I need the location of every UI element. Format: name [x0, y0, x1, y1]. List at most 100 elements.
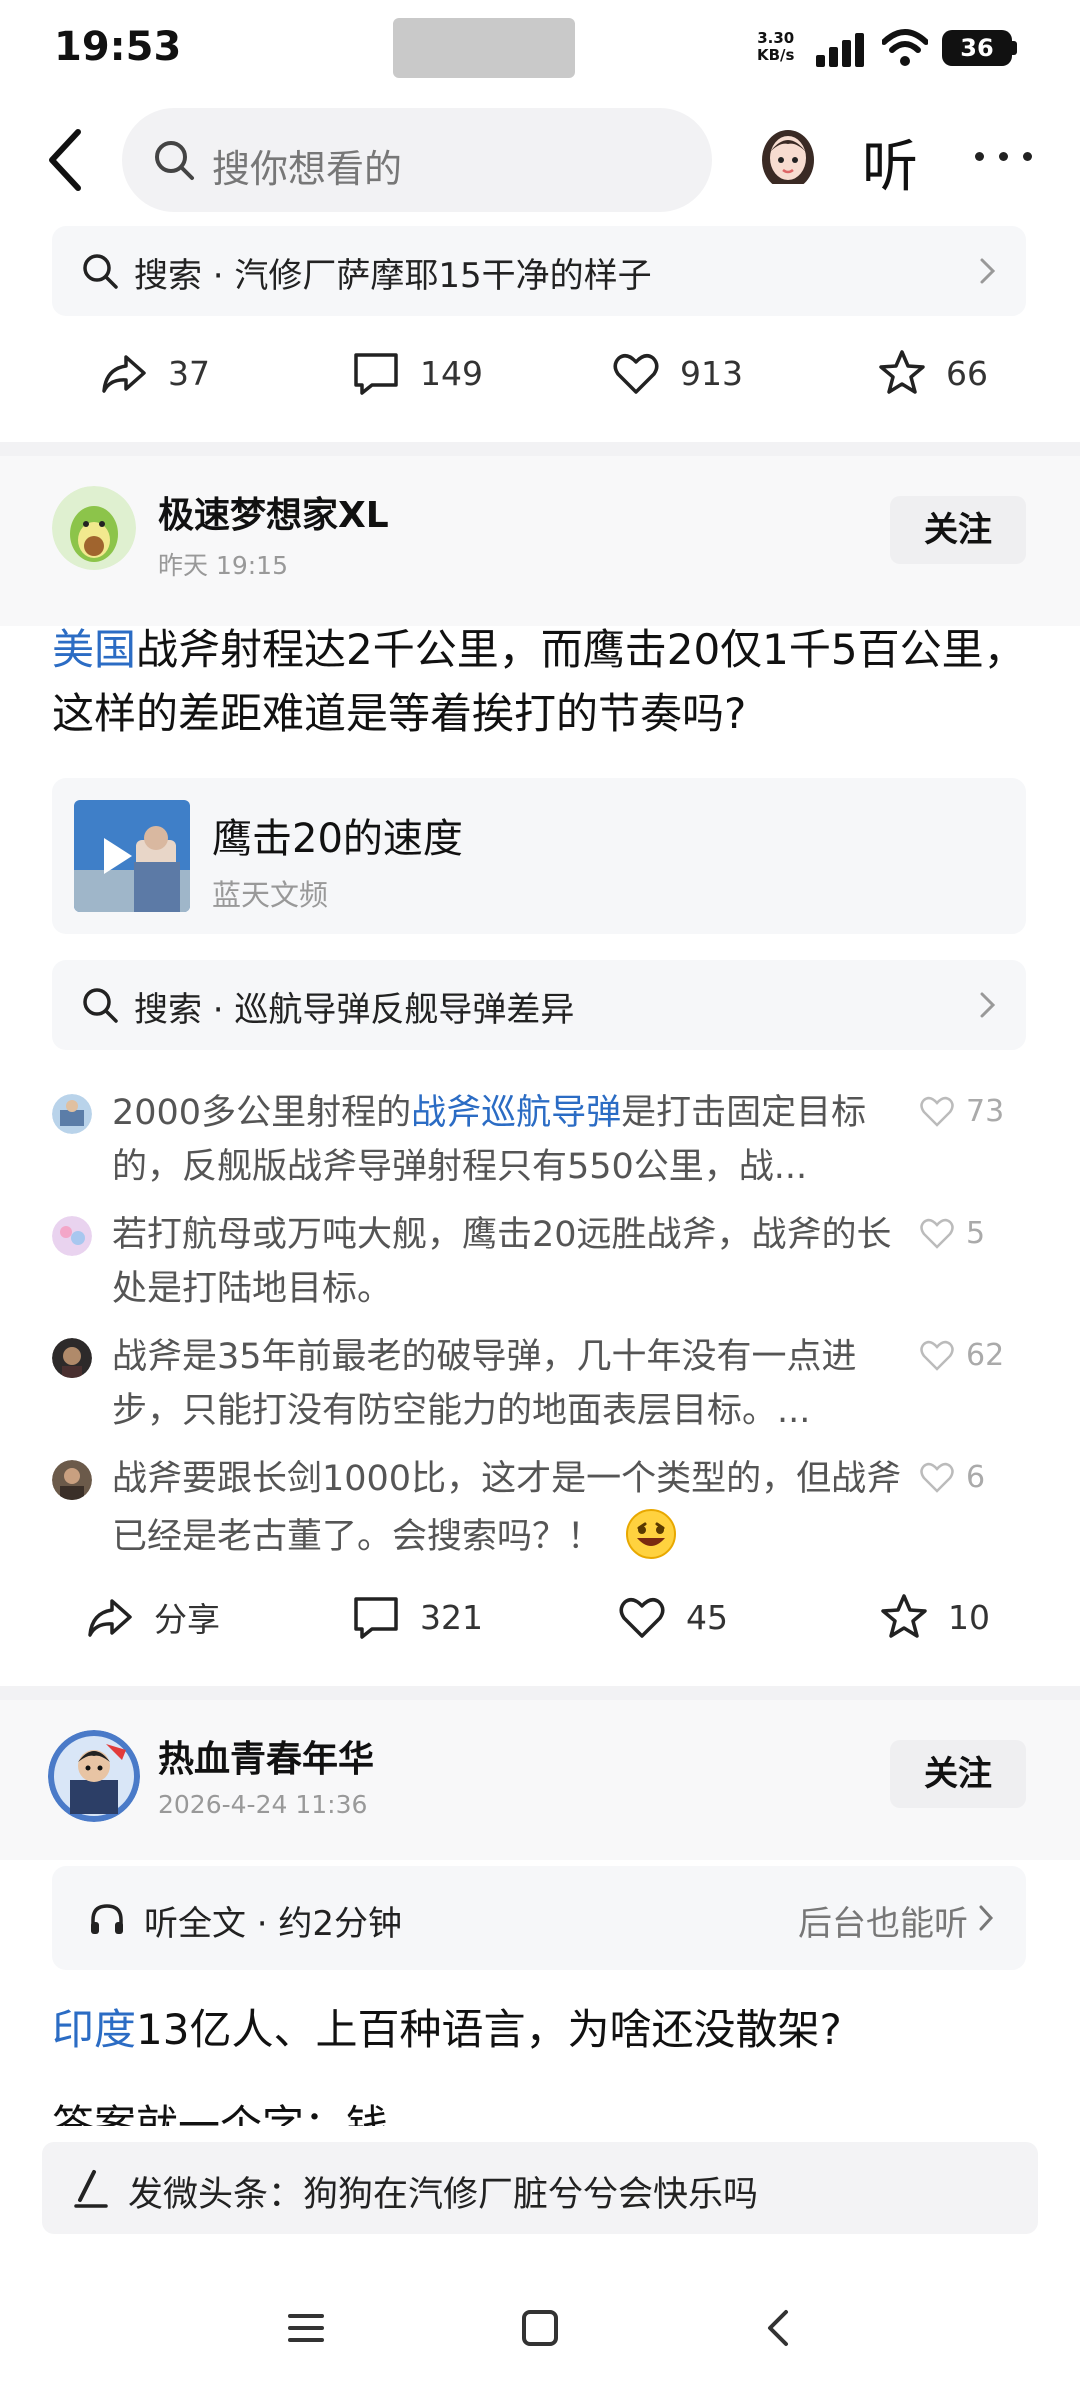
search-suggestion[interactable]: 搜索 · 汽修厂萨摩耶15干净的样子: [52, 226, 1026, 316]
comment-text: 若打航母或万吨大舰，鹰击20远胜战斧，战斧的长处是打陆地目标。: [112, 1215, 892, 1309]
title-highlight-link[interactable]: 印度: [52, 2005, 136, 2054]
share-count: 37: [168, 353, 210, 393]
author-name[interactable]: 热血青春年华: [158, 1730, 374, 1782]
share-label: 分享: [154, 1600, 220, 1639]
comment-like-count: 62: [966, 1337, 1005, 1373]
follow-button[interactable]: 关注: [890, 1740, 1026, 1808]
battery-tip: [1012, 41, 1017, 55]
listen-duration-text: 听全文 · 约2分钟: [144, 1904, 403, 1944]
comment-like-button[interactable]: 62: [918, 1336, 1004, 1374]
divider: [0, 442, 1080, 456]
follow-button[interactable]: 关注: [890, 496, 1026, 564]
comment-icon: [354, 1597, 398, 1639]
commenter-avatar: [52, 1216, 92, 1256]
comment-icon: [354, 353, 398, 395]
favorite-button[interactable]: 10: [878, 1572, 990, 1662]
post-header: 极速梦想家XL 昨天 19:15 关注: [0, 456, 1080, 626]
chevron-right-icon: [980, 258, 996, 284]
commenter-avatar: [52, 1460, 92, 1500]
post-time: 2026-4-24 11:36: [158, 1790, 368, 1819]
chevron-right-icon: [979, 1905, 994, 1931]
share-button[interactable]: 分享: [84, 1572, 220, 1662]
network-speed-value: 3.30: [757, 29, 795, 47]
listen-full-text-bar[interactable]: 听全文 · 约2分钟 后台也能听: [52, 1866, 1026, 1970]
title-text: 13亿人、上百种语言，为啥还没散架?: [136, 2005, 842, 2054]
comment-like-count: 6: [966, 1459, 986, 1495]
comment-like-button[interactable]: 5: [918, 1214, 985, 1252]
post-action-bar: 分享 321 45 10: [0, 1572, 1080, 1662]
top-nav: 搜你想看的 听: [0, 100, 1080, 220]
network-speed-unit: KB/s: [757, 46, 795, 64]
back-nav-icon[interactable]: [758, 2308, 798, 2348]
comment-count: 321: [420, 1597, 483, 1637]
comment-text: 战斧是35年前最老的破导弹，几十年没有一点进步，只能打没有防空能力的地面表层目标…: [112, 1337, 857, 1431]
listen-button[interactable]: 听: [862, 122, 918, 203]
like-button[interactable]: 45: [616, 1572, 728, 1662]
avatar[interactable]: [52, 486, 136, 570]
comment-count: 149: [420, 353, 483, 393]
like-button[interactable]: 913: [610, 328, 743, 418]
status-time: 19:53: [54, 24, 182, 70]
favorite-count: 66: [946, 353, 988, 393]
video-thumbnail: [74, 800, 190, 912]
like-icon: [920, 1218, 954, 1249]
title-highlight-link[interactable]: 美国: [52, 625, 136, 674]
user-avatar[interactable]: [756, 122, 820, 194]
home-icon[interactable]: [520, 2308, 560, 2348]
like-icon: [920, 1340, 954, 1371]
favorite-button[interactable]: 66: [876, 328, 988, 418]
more-icon[interactable]: [975, 152, 1035, 164]
status-bar: 19:53 3.30 KB/s 36: [0, 0, 1080, 100]
comment-text: 战斧要跟长剑1000比，这才是一个类型的，但战斧已经是老古董了。会搜索吗？！: [112, 1452, 922, 1564]
post-body-preview: 答案就一个字：钱: [52, 2101, 389, 2126]
title-text: 战斧射程达2千公里，而鹰击20仅1千5百公里，这样的差距难道是等着挨打的节奏吗?: [52, 625, 1026, 738]
avatar[interactable]: [48, 1730, 140, 1822]
video-source: 蓝天文频: [212, 878, 329, 912]
commenter-avatar: [52, 1094, 92, 1134]
comment-link[interactable]: 战斧巡航导弹: [411, 1093, 621, 1133]
battery-icon: 36: [942, 30, 1012, 66]
commenter-avatar: [52, 1338, 92, 1378]
star-icon: [881, 1594, 927, 1638]
search-suggestion[interactable]: 搜索 · 巡航导弹反舰导弹差异: [52, 960, 1026, 1050]
like-icon: [613, 354, 659, 394]
comment-like-count: 5: [966, 1215, 986, 1251]
pen-icon: [74, 2170, 108, 2208]
comment-button[interactable]: 149: [350, 328, 483, 418]
share-icon: [88, 1599, 132, 1637]
comment-like-button[interactable]: 6: [918, 1458, 985, 1496]
post-time: 昨天 19:15: [158, 551, 288, 580]
background-listen-link[interactable]: 后台也能听: [798, 1896, 968, 1945]
comment-like-count: 73: [966, 1093, 1005, 1129]
star-icon: [879, 350, 925, 394]
like-icon: [920, 1462, 954, 1493]
post-header: 热血青春年华 2026-4-24 11:36 关注: [0, 1700, 1080, 1860]
network-speed: 3.30 KB/s: [757, 30, 794, 64]
compose-bar[interactable]: 发微头条：狗狗在汽修厂脏兮兮会快乐吗: [42, 2142, 1038, 2234]
search-icon: [83, 988, 118, 1023]
search-suggestion-text: 搜索 · 巡航导弹反舰导弹差异: [134, 990, 575, 1030]
like-icon: [920, 1096, 954, 1127]
comment-text: 2000多公里射程的战斧巡航导弹是打击固定目标的，反舰版战斧导弹射程只有550公…: [112, 1093, 867, 1187]
comment-like-button[interactable]: 73: [918, 1092, 1004, 1130]
search-input[interactable]: 搜你想看的: [122, 108, 712, 212]
post-title[interactable]: 美国战斧射程达2千公里，而鹰击20仅1千5百公里，这样的差距难道是等着挨打的节奏…: [52, 618, 1032, 746]
headphone-icon: [91, 1904, 123, 1934]
menu-icon[interactable]: [286, 2308, 326, 2348]
video-card[interactable]: 鹰击20的速度 蓝天文频: [52, 778, 1026, 934]
post-title[interactable]: 印度13亿人、上百种语言，为啥还没散架?: [52, 1998, 1032, 2062]
back-icon[interactable]: [38, 122, 98, 198]
search-suggestion-text: 搜索 · 汽修厂萨摩耶15干净的样子: [134, 256, 652, 296]
share-button[interactable]: 37: [98, 328, 210, 418]
author-name[interactable]: 极速梦想家XL: [158, 486, 389, 538]
search-icon: [155, 141, 194, 180]
wifi-icon: [882, 29, 928, 66]
like-icon: [619, 1598, 665, 1638]
comment-button[interactable]: 321: [350, 1572, 483, 1662]
share-icon: [102, 355, 146, 393]
divider: [0, 1686, 1080, 1700]
post-action-bar: 37 149 913 66: [0, 328, 1080, 418]
chevron-right-icon: [980, 992, 996, 1018]
signal-icon: [816, 33, 866, 67]
like-count: 913: [680, 353, 743, 393]
